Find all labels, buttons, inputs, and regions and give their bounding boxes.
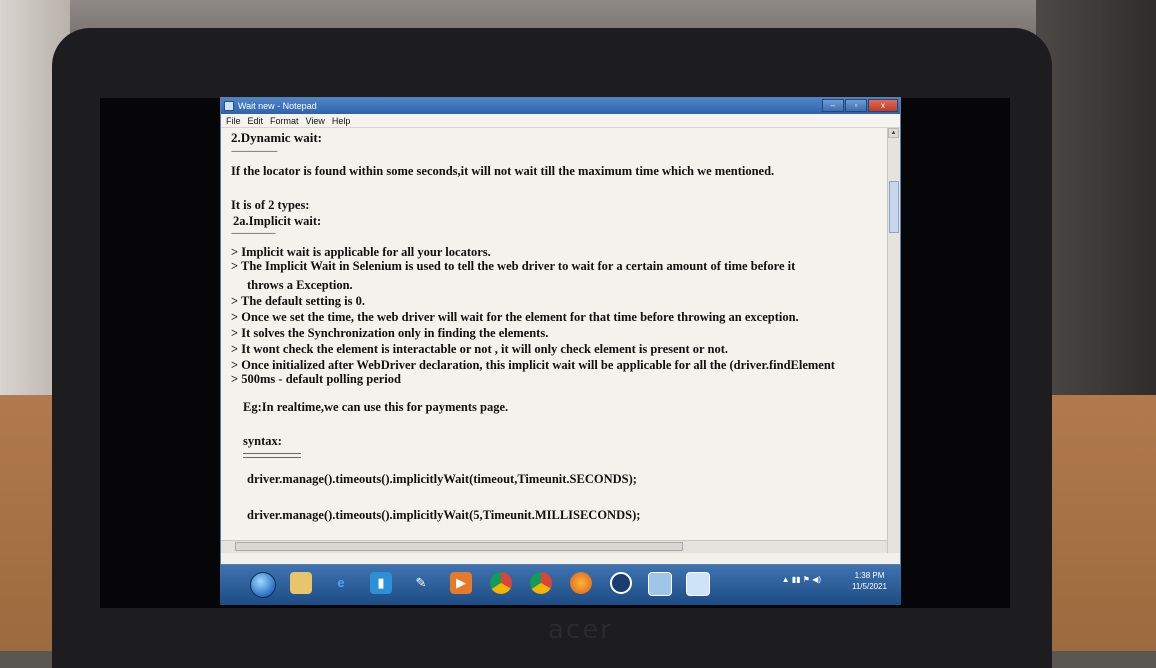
minimize-button[interactable]: – bbox=[822, 99, 844, 112]
taskbar: e ▮ ✎ ▶ ▲ ▮▮ ⚑ ◀) 1:38 PM 11/5/2021 bbox=[220, 565, 901, 605]
photo-viewer-icon[interactable] bbox=[648, 572, 672, 596]
notepad-app-icon bbox=[224, 101, 234, 111]
bullet-3: > The default setting is 0. bbox=[231, 294, 365, 308]
doc-heading: 2.Dynamic wait: bbox=[231, 130, 322, 145]
window-controls: – ▫ x bbox=[821, 99, 898, 112]
laptop-brand: acer bbox=[548, 615, 613, 645]
app-icon[interactable] bbox=[610, 572, 632, 594]
subheading-underline: ---------------------- bbox=[231, 228, 276, 238]
bullet-2-continued: throws a Exception. bbox=[247, 278, 353, 292]
system-tray-icons[interactable]: ▲ ▮▮ ⚑ ◀) bbox=[782, 575, 821, 584]
syntax-label: syntax: bbox=[243, 434, 282, 448]
horizontal-scrollbar[interactable] bbox=[221, 540, 889, 553]
menu-bar: File Edit Format View Help bbox=[221, 114, 900, 128]
windows-explorer-icon[interactable] bbox=[290, 572, 312, 594]
maximize-button[interactable]: ▫ bbox=[845, 99, 867, 112]
video-icon[interactable]: ▮ bbox=[370, 572, 392, 594]
doc-types-line: It is of 2 types: bbox=[231, 198, 310, 212]
menu-help[interactable]: Help bbox=[332, 116, 351, 126]
screen: Wait new - Notepad – ▫ x File Edit Forma… bbox=[220, 97, 901, 605]
bullet-2: > The Implicit Wait in Selenium is used … bbox=[231, 259, 796, 273]
menu-file[interactable]: File bbox=[226, 116, 241, 126]
vertical-scroll-thumb[interactable] bbox=[889, 181, 899, 233]
doc-subheading: 2a.Implicit wait: bbox=[233, 214, 322, 228]
code-line-2: driver.manage().timeouts().implicitlyWai… bbox=[247, 508, 641, 522]
clock[interactable]: 1:38 PM 11/5/2021 bbox=[852, 570, 887, 592]
doc-intro: If the locator is found within some seco… bbox=[231, 164, 775, 178]
notepad-icon[interactable] bbox=[686, 572, 710, 596]
clock-time: 1:38 PM bbox=[854, 571, 885, 580]
bullet-7: > Once initialized after WebDriver decla… bbox=[231, 358, 835, 372]
firefox-icon[interactable] bbox=[570, 572, 592, 594]
bullet-1: > Implicit wait is applicable for all yo… bbox=[231, 245, 491, 259]
menu-view[interactable]: View bbox=[306, 116, 325, 126]
vertical-scrollbar[interactable]: ▲ bbox=[887, 128, 900, 553]
window-title: Wait new - Notepad bbox=[238, 101, 317, 111]
code-line-1: driver.manage().timeouts().implicitlyWai… bbox=[247, 472, 637, 486]
start-button[interactable] bbox=[250, 572, 276, 598]
chrome-icon-2[interactable] bbox=[530, 572, 552, 594]
bullet-8: > 500ms - default polling period bbox=[231, 372, 401, 386]
notepad-window: Wait new - Notepad – ▫ x File Edit Forma… bbox=[220, 97, 901, 565]
scroll-up-arrow-icon[interactable]: ▲ bbox=[888, 128, 899, 138]
horizontal-scroll-thumb[interactable] bbox=[235, 542, 683, 551]
clock-date: 11/5/2021 bbox=[852, 582, 887, 591]
bullet-5: > It solves the Synchronization only in … bbox=[231, 326, 549, 340]
tools-icon[interactable]: ✎ bbox=[410, 572, 432, 594]
title-bar[interactable]: Wait new - Notepad – ▫ x bbox=[221, 98, 900, 114]
menu-format[interactable]: Format bbox=[270, 116, 299, 126]
chrome-icon[interactable] bbox=[490, 572, 512, 594]
menu-edit[interactable]: Edit bbox=[248, 116, 264, 126]
text-editor-area[interactable]: 2.Dynamic wait: ----------------------- … bbox=[221, 128, 889, 553]
bullet-4: > Once we set the time, the web driver w… bbox=[231, 310, 799, 324]
syntax-underline bbox=[243, 453, 301, 458]
internet-explorer-icon[interactable]: e bbox=[330, 572, 352, 594]
media-player-icon[interactable]: ▶ bbox=[450, 572, 472, 594]
doc-example: Eg:In realtime,we can use this for payme… bbox=[243, 400, 509, 414]
heading-underline: ----------------------- bbox=[231, 146, 278, 156]
close-button[interactable]: x bbox=[868, 99, 898, 112]
bullet-6: > It wont check the element is interacta… bbox=[231, 342, 728, 356]
